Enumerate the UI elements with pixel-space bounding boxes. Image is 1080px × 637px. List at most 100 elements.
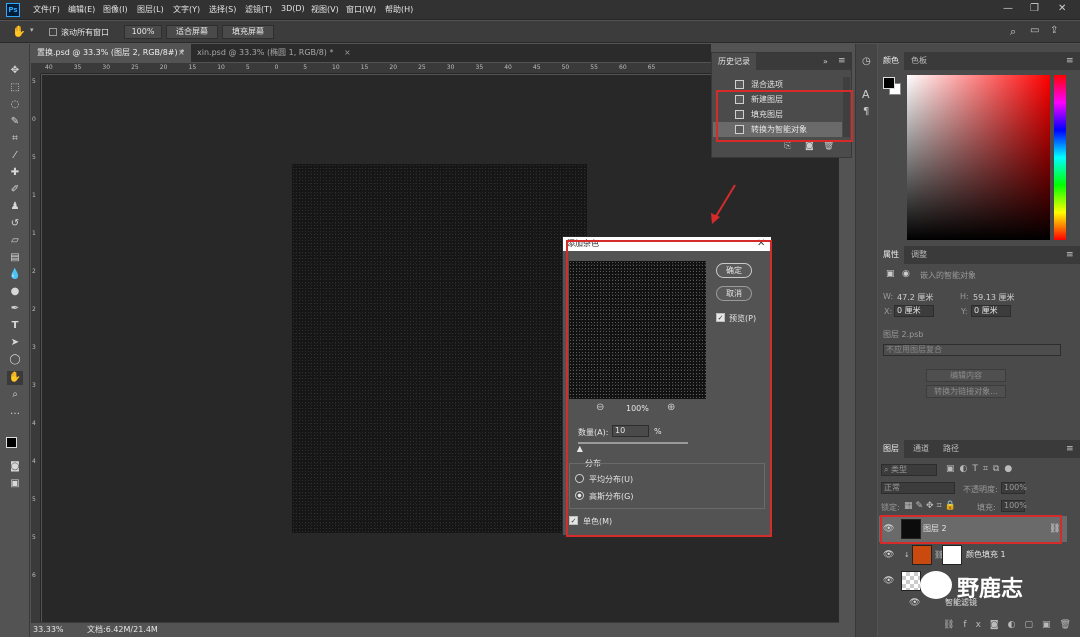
ruler-tick-label: 5 [32,534,36,541]
tab-swatches[interactable]: 色板 [906,52,932,70]
tab-adjustments[interactable]: 调整 [906,246,932,264]
type-tool-icon[interactable]: T [7,319,23,333]
gradient-tool-icon[interactable]: ▤ [7,251,23,265]
foreground-color-swatch[interactable] [6,437,17,448]
menu-help[interactable]: 帮助(H) [385,4,413,15]
paragraph-panel-icon[interactable]: ¶ [863,106,869,117]
width-value[interactable]: 47.2 厘米 [897,292,933,303]
collapsed-panels-strip: ◷ A ¶ [855,44,877,637]
opacity-field[interactable]: 100% [1001,482,1027,494]
visibility-eye-icon[interactable]: 👁 [883,568,894,594]
menu-view[interactable]: 视图(V) [311,4,339,15]
hand-tool-icon[interactable]: ✋ [12,25,26,38]
ellipse-tool-icon[interactable]: ◯ [7,353,23,367]
tab-paths[interactable]: 路径 [938,440,964,458]
tab-displace-psd[interactable]: 置换.psd @ 33.3% (图层 2, RGB/8#) * [31,44,191,62]
history-highlight-box [716,90,853,142]
scroll-all-checkbox[interactable] [49,28,57,36]
share-icon[interactable]: ⇪ [1050,25,1058,36]
layer-actions-icons[interactable]: ⛓fx◙◐▢▣🗑 [943,620,1080,630]
chevron-down-icon[interactable]: ▾ [30,26,34,34]
layer-name[interactable]: 颜色填充 1 [966,542,1006,568]
hand-tool-icon[interactable]: ✋ [7,371,23,385]
menu-file[interactable]: 文件(F) [33,4,60,15]
fill-field[interactable]: 100% [1001,500,1027,512]
path-select-tool-icon[interactable]: ➤ [7,336,23,350]
lasso-tool-icon[interactable]: ◌ [7,98,23,112]
tab-xin-psd[interactable]: xin.psd @ 33.3% (椭圆 1, RGB/8) * [191,44,341,62]
layer-row[interactable]: 👁 ↓ ⛓ 颜色填充 1 [879,542,1067,568]
blend-mode-select[interactable]: 正常 [881,482,955,494]
blur-tool-icon[interactable]: 💧 [7,268,23,282]
history-brush-tool-icon[interactable]: ↺ [7,217,23,231]
stamp-tool-icon[interactable]: ♟ [7,200,23,214]
new-document-icon[interactable]: ⎘ [784,141,791,151]
fill-screen-button[interactable]: 填充屏幕 [222,25,274,39]
foreground-color-swatch[interactable] [883,77,895,89]
menu-3d[interactable]: 3D(D) [281,4,305,13]
close-icon[interactable]: ✕ [1058,3,1066,14]
restore-icon[interactable]: ❐ [1030,3,1039,14]
zoom-tool-icon[interactable]: ⌕ [7,388,23,402]
menu-filter[interactable]: 滤镜(T) [245,4,272,15]
layer-comp-select[interactable]: 不应用图层复合 [883,344,1061,356]
screen-mode-icon[interactable]: ▣ [7,477,23,491]
menu-edit[interactable]: 编辑(E) [68,4,95,15]
convert-linked-button[interactable]: 转换为链接对象... [926,385,1006,398]
tab-close-icon[interactable]: × [178,48,185,57]
crop-tool-icon[interactable]: ⌗ [7,132,23,146]
panel-menu-icon[interactable]: ≡ [1066,444,1074,454]
history-tab[interactable]: 历史记录 [712,53,756,70]
panel-menu-icon[interactable]: ≡ [1066,56,1074,66]
more-tools-icon[interactable]: … [7,405,23,419]
ruler-tick-label: 40 [45,64,53,71]
quick-select-tool-icon[interactable]: ✎ [7,115,23,129]
hue-slider[interactable] [1054,75,1066,240]
move-tool-icon[interactable]: ✥ [7,64,23,78]
x-field[interactable]: 0 厘米 [894,305,934,317]
visibility-eye-icon[interactable]: 👁 [883,542,894,568]
layer-filter-icons[interactable]: ▣◐T⌗⧉● [946,464,1017,474]
panel-menu-icon[interactable]: ≡ [838,53,846,70]
workspace-icon[interactable]: ▭ [1030,25,1039,36]
menu-type[interactable]: 文字(Y) [173,4,200,15]
eraser-tool-icon[interactable]: ▱ [7,234,23,248]
pen-tool-icon[interactable]: ✒ [7,302,23,316]
zoom-100-button[interactable]: 100% [124,25,162,39]
layer-filter-select[interactable]: ⌕ 类型 [881,464,937,476]
edit-contents-button[interactable]: 编辑内容 [926,369,1006,382]
menu-select[interactable]: 选择(S) [209,4,236,15]
character-panel-icon[interactable]: A [862,88,870,101]
brush-tool-icon[interactable]: ✐ [7,183,23,197]
y-field[interactable]: 0 厘米 [971,305,1011,317]
quick-mask-icon[interactable]: ◙ [7,460,23,474]
tab-properties[interactable]: 属性 [878,246,904,264]
menu-window[interactable]: 窗口(W) [346,4,376,15]
marquee-tool-icon[interactable]: ⬚ [7,81,23,95]
height-value[interactable]: 59.13 厘米 [973,292,1014,303]
color-field[interactable] [907,75,1050,240]
fit-screen-button[interactable]: 适合屏幕 [166,25,218,39]
snapshot-icon[interactable]: ◙ [805,141,814,151]
search-icon[interactable]: ⌕ [1010,25,1016,39]
lock-icons[interactable]: ▦✎✥⌗🔒 [904,501,959,511]
tab-color[interactable]: 颜色 [878,52,904,70]
tab-channels[interactable]: 通道 [908,440,934,458]
ruler-tick-label: 35 [475,64,484,71]
menu-image[interactable]: 图像(I) [103,4,128,15]
tab-layers[interactable]: 图层 [878,440,904,458]
trash-icon[interactable]: 🗑 [823,141,834,151]
dodge-tool-icon[interactable]: ● [7,285,23,299]
collapse-icon[interactable]: » [823,53,828,70]
zoom-readout[interactable]: 33.33% [33,623,64,637]
eyedropper-tool-icon[interactable]: ⁄ [7,149,23,163]
history-panel-icon[interactable]: ◷ [862,56,871,67]
panel-menu-icon[interactable]: ≡ [1066,250,1074,260]
menu-layer[interactable]: 图层(L) [137,4,164,15]
healing-tool-icon[interactable]: ✚ [7,166,23,180]
document-canvas[interactable] [292,164,587,533]
ruler-tick-label: 10 [217,64,225,71]
minimize-icon[interactable]: — [1003,3,1013,14]
tab-close-icon[interactable]: × [344,48,351,57]
visibility-eye-icon[interactable]: 👁 [909,594,920,612]
